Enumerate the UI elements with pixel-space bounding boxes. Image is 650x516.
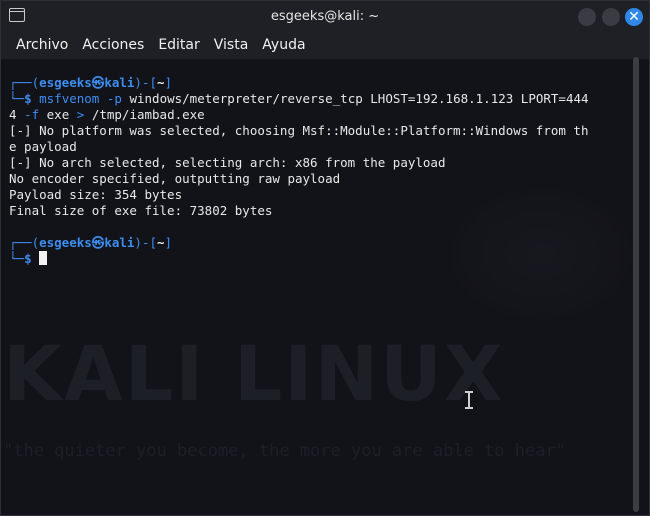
close-icon: ✕ (628, 9, 640, 25)
menu-acciones[interactable]: Acciones (75, 37, 151, 53)
output-line: Payload size: 354 bytes (9, 187, 183, 202)
menu-bar: Archivo Acciones Editar Vista Ayuda (1, 31, 649, 59)
output-line: e payload (9, 139, 77, 154)
command-line-2: 4 -f exe > /tmp/iambad.exe (9, 107, 205, 122)
watermark-tagline: "the quieter you become, the more you ar… (3, 441, 566, 461)
prompt-line-2: ┌──(esgeeks㉿kali)-[~] (9, 235, 173, 250)
text-cursor (39, 251, 48, 265)
window-title: esgeeks@kali: ~ (270, 8, 380, 24)
maximize-button[interactable] (602, 8, 620, 26)
terminal-output[interactable]: ┌──(esgeeks㉿kali)-[~] └─$ msfvenom -p wi… (1, 75, 641, 267)
output-line: No encoder specified, outputting raw pay… (9, 171, 341, 186)
terminal-area[interactable]: KALI LINUX "the quieter you become, the … (1, 59, 649, 515)
watermark-logo-text: KALI LINUX (3, 329, 505, 418)
terminal-app-icon[interactable] (9, 8, 25, 22)
terminal-window: esgeeks@kali: ~ ✕ Archivo Acciones Edita… (0, 0, 650, 516)
command-name: msfvenom (39, 91, 100, 106)
menu-archivo[interactable]: Archivo (9, 37, 75, 53)
output-line: [-] No platform was selected, choosing M… (9, 123, 589, 138)
minimize-button[interactable] (578, 8, 596, 26)
command-line-1: └─$ msfvenom -p windows/meterpreter/reve… (9, 91, 589, 106)
output-line: Final size of exe file: 73802 bytes (9, 203, 273, 218)
output-line: [-] No arch selected, selecting arch: x8… (9, 155, 446, 170)
ibeam-cursor-icon (465, 391, 473, 409)
menu-ayuda[interactable]: Ayuda (255, 37, 312, 53)
close-button[interactable]: ✕ (625, 8, 643, 26)
menu-editar[interactable]: Editar (151, 37, 206, 53)
input-line[interactable]: └─$ (1, 251, 641, 267)
scrollbar[interactable] (633, 57, 639, 512)
menu-vista[interactable]: Vista (207, 37, 256, 53)
prompt-line-1: ┌──(esgeeks㉿kali)-[~] (9, 75, 173, 90)
title-bar[interactable]: esgeeks@kali: ~ ✕ (1, 1, 649, 31)
